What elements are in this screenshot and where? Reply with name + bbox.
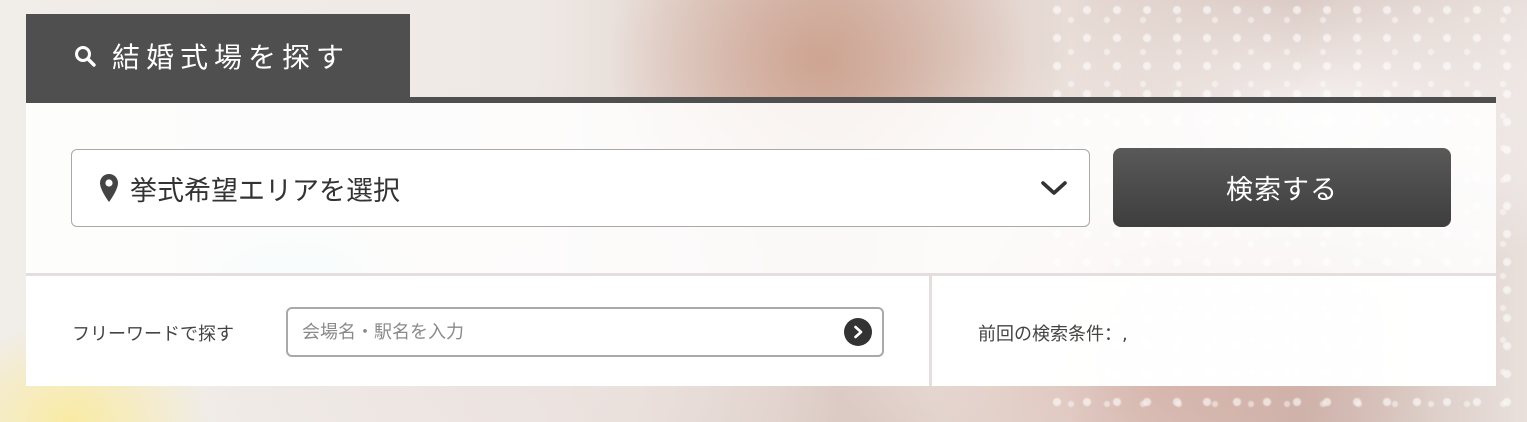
search-button[interactable]: 検索する	[1113, 148, 1451, 227]
chevron-right-circle-icon[interactable]	[844, 318, 872, 346]
freeword-label: フリーワードで探す	[72, 324, 234, 345]
map-pin-icon	[98, 171, 120, 205]
area-select-value: 挙式希望エリアを選択	[130, 175, 400, 207]
tab-search-venues[interactable]: 結婚式場を探す	[26, 14, 410, 98]
freeword-section: フリーワードで探す	[26, 276, 930, 386]
tab-label: 結婚式場を探す	[112, 41, 351, 74]
freeword-input-box	[286, 307, 884, 357]
last-search-conditions: 前回の検索条件：,	[978, 324, 1128, 345]
chevron-down-icon	[1039, 178, 1069, 198]
area-select-dropdown[interactable]: 挙式希望エリアを選択	[71, 149, 1090, 227]
freeword-input[interactable]	[302, 309, 842, 355]
search-panel: 挙式希望エリアを選択 検索する フリーワードで探す 前回の検索条件：,	[26, 97, 1496, 386]
search-icon	[72, 43, 98, 69]
last-search-section: 前回の検索条件：,	[932, 276, 1496, 386]
